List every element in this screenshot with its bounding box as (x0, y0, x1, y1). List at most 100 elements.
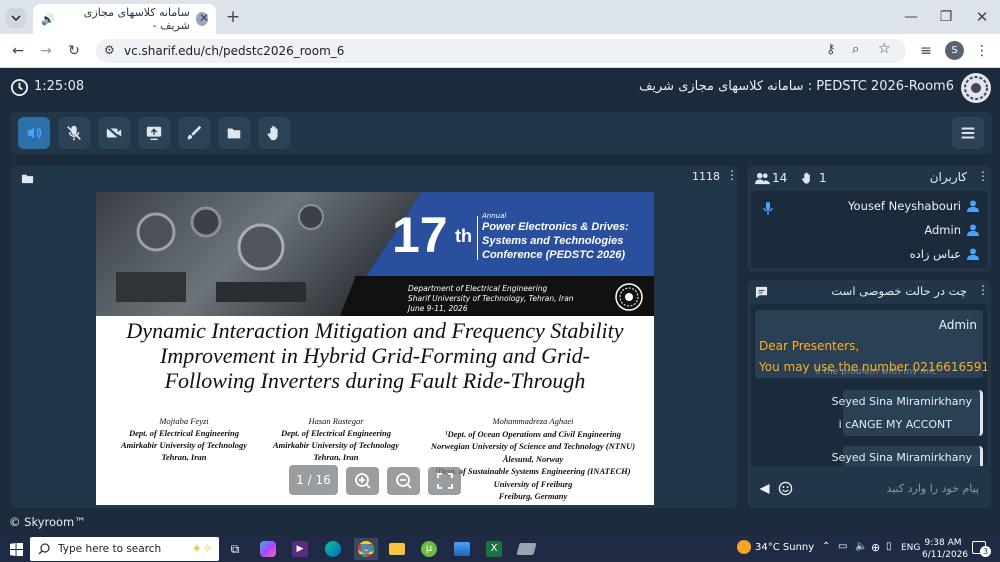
close-icon[interactable]: ✕ (199, 11, 209, 25)
zoom-out-button[interactable] (387, 467, 420, 495)
slide-banner: 17 th Annual Power Electronics & Drives:… (96, 192, 654, 316)
address-bar[interactable]: ⚙ vc.sharif.edu/ch/pedstc2026_room_6 ⚷ ⌕… (96, 39, 906, 63)
banner-date: June 9-11, 2026 (408, 304, 468, 313)
chrome-icon (358, 541, 374, 557)
meeting-toolbar (10, 112, 992, 154)
emoji-icon[interactable] (778, 481, 793, 496)
conference-number: 17 (392, 207, 448, 263)
send-icon[interactable] (758, 483, 771, 495)
utorrent-app[interactable]: µ (418, 538, 440, 560)
minimize-icon: — (904, 9, 918, 25)
browser-tab[interactable]: ✕ سامانه کلاسهای مجازی شریف - 🔊 (33, 4, 216, 34)
installer-app[interactable] (451, 538, 473, 560)
fullscreen-button[interactable] (428, 467, 461, 495)
task-view-icon: ⧉ (230, 541, 240, 556)
input-language[interactable]: ENG (901, 543, 920, 553)
author-name: Mohammadreza Aghaei (492, 416, 574, 426)
author-affiliation: ¹Dept. of Ocean Operations and Civil Eng… (444, 428, 622, 439)
user-item[interactable]: Admin (924, 223, 979, 237)
plus-icon: + (225, 7, 241, 27)
network-icon[interactable]: ▭ (838, 541, 847, 552)
media-player-icon: ▶ (292, 541, 308, 557)
media-control-button[interactable]: ≡ (917, 42, 935, 60)
whiteboard-button[interactable] (178, 117, 210, 149)
battery-icon[interactable]: ▯ (886, 541, 892, 552)
main-menu-button[interactable] (952, 117, 984, 149)
skyroom-footer: © Skyroom™ (9, 515, 86, 529)
speaker-button[interactable] (18, 117, 50, 149)
media-app[interactable]: ▶ (289, 538, 311, 560)
chat-options-icon[interactable]: ⋮ (977, 283, 989, 297)
profile-initial: S (951, 45, 958, 56)
edge-app[interactable] (322, 538, 344, 560)
author-affiliation: Dept. of Electrical Engineering (280, 428, 392, 438)
chevron-down-icon (11, 15, 21, 22)
zoom-in-icon (354, 473, 371, 489)
profile-avatar[interactable]: S (945, 41, 964, 60)
chat-icon (755, 286, 768, 299)
key-icon[interactable]: ⚷ (826, 42, 836, 57)
notification-button[interactable]: 3 (972, 541, 991, 557)
chrome-app[interactable] (354, 538, 378, 560)
chat-messages: Admin Dear Presenters, if the problem wi… (751, 304, 987, 466)
conference-suffix: th (455, 226, 472, 246)
system-clock[interactable]: 9:38 AM 6/11/2026 (922, 537, 969, 561)
files-button[interactable] (218, 117, 250, 149)
volume-icon[interactable]: 🔈 (855, 541, 867, 552)
slide-title: Dynamic Interaction Mitigation and Frequ… (96, 318, 654, 393)
forward-button[interactable]: → (36, 41, 56, 61)
banner-dept: Department of Electrical Engineering (408, 284, 548, 293)
drive-app[interactable] (515, 538, 537, 560)
author-affiliation: Tehran, Iran (161, 452, 207, 462)
banner-divider (477, 216, 478, 260)
screen-share-button[interactable] (138, 117, 170, 149)
minimize-button[interactable]: — (902, 8, 920, 26)
message-sender: Admin (938, 318, 977, 332)
excel-app[interactable]: X (483, 538, 505, 560)
browser-menu-button[interactable]: ⋮ (975, 42, 989, 60)
restore-button[interactable]: ❐ (937, 8, 955, 26)
new-tab-button[interactable]: + (224, 7, 242, 27)
copilot-app[interactable] (257, 538, 279, 560)
stage-options-icon[interactable]: ⋮ (726, 168, 738, 182)
tab-search-button[interactable] (6, 8, 26, 28)
arrow-left-icon: ← (12, 43, 24, 59)
folder-icon (389, 543, 405, 555)
task-view-button[interactable]: ⧉ (224, 538, 246, 560)
taskbar-search[interactable]: Type here to search ✦✧ (30, 537, 219, 561)
weather-widget[interactable]: 34°C Sunny (737, 540, 814, 554)
user-name: Admin (924, 223, 961, 237)
message-sender: Seyed Sina Miramirkhany (831, 395, 972, 408)
drive-icon (515, 543, 537, 555)
media-icon: ≡ (920, 43, 932, 59)
globe-icon[interactable]: ⊕ (871, 541, 880, 554)
site-info-icon[interactable]: ⚙ (104, 43, 115, 57)
speaker-icon (27, 127, 42, 139)
room-title: سامانه کلاسهای مجازی شریف : PEDSTC 2026-… (638, 79, 954, 94)
microphone-button[interactable] (58, 117, 90, 149)
zoom-icon[interactable]: ⌕ (852, 42, 859, 57)
chat-input[interactable]: پیام خود را وارد کنید (817, 482, 979, 495)
start-button[interactable] (5, 538, 27, 560)
sun-icon (737, 540, 751, 554)
tray-expand-icon[interactable]: ⌃ (822, 541, 830, 552)
close-window-button[interactable]: ✕ (973, 8, 991, 26)
raise-hand-button[interactable] (258, 117, 290, 149)
close-icon: ✕ (975, 8, 989, 26)
explorer-app[interactable] (386, 538, 408, 560)
users-options-icon[interactable]: ⋮ (977, 169, 989, 183)
user-item[interactable]: Yousef Neyshabouri (848, 199, 979, 213)
brush-icon (187, 125, 202, 140)
author-name: Hasan Rastegar (308, 416, 364, 426)
reload-button[interactable]: ↻ (64, 41, 84, 61)
clock-date: 6/11/2026 (922, 550, 969, 560)
author-affiliation: Amirkabir University of Technology (120, 440, 247, 450)
back-button[interactable]: ← (8, 41, 28, 61)
user-item[interactable]: عباس زاده (910, 247, 979, 261)
users-icon (755, 172, 770, 185)
folder-icon (21, 174, 34, 184)
author-affiliation: Ålesund, Norway (502, 453, 564, 464)
zoom-in-button[interactable] (346, 467, 379, 495)
bookmark-star-icon[interactable]: ☆ (878, 41, 891, 57)
camera-button[interactable] (98, 117, 130, 149)
